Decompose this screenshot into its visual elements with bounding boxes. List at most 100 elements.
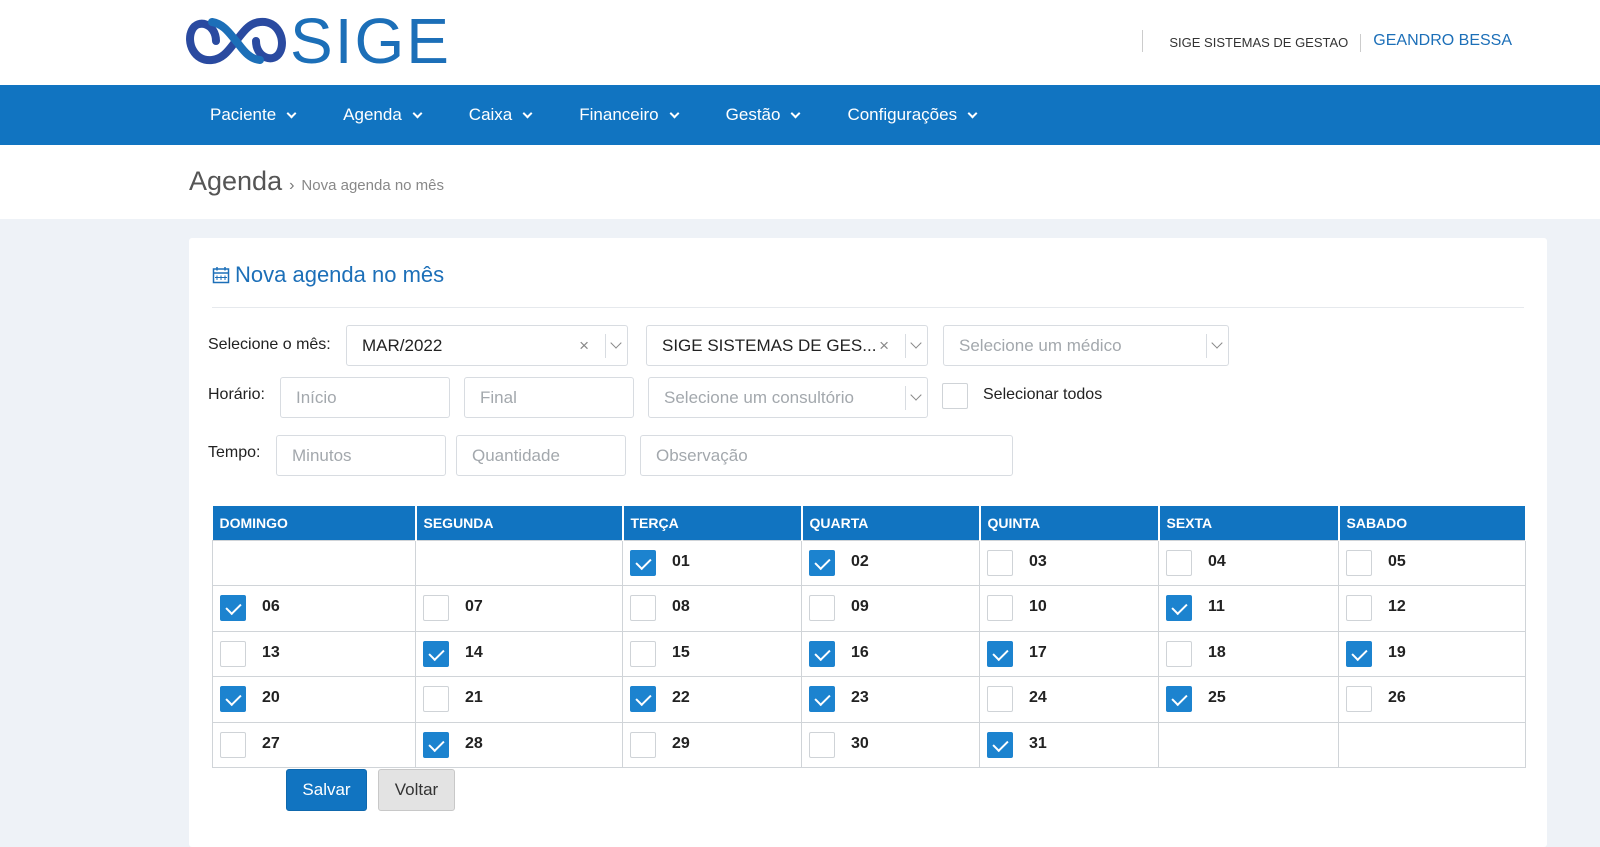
nav-item-financeiro[interactable]: Financeiro [555, 85, 701, 145]
day-number: 05 [1388, 552, 1406, 570]
clear-icon[interactable]: × [579, 336, 589, 356]
day-checkbox[interactable] [809, 549, 835, 576]
divider [1142, 30, 1144, 52]
calendar-day-cell: 05 [1338, 539, 1526, 586]
day-checkbox[interactable] [630, 731, 656, 758]
weekday-header: QUARTA [801, 506, 981, 540]
calendar-week-row: 01 02 03 04 05 [212, 539, 1526, 586]
day-checkbox[interactable] [1166, 686, 1192, 712]
day-checkbox[interactable] [220, 731, 246, 758]
calendar-day-cell: 10 [979, 585, 1159, 632]
day-number: 10 [1029, 598, 1047, 615]
start-time-input[interactable] [296, 387, 449, 408]
day-checkbox[interactable] [423, 640, 449, 667]
day-checkbox[interactable] [809, 686, 835, 712]
day-checkbox[interactable] [220, 640, 246, 667]
select-all-label[interactable]: Selecionar todos [983, 386, 1102, 404]
day-checkbox[interactable] [630, 640, 656, 667]
day-checkbox[interactable] [630, 595, 656, 621]
calendar-day-cell: 17 [979, 630, 1159, 677]
nav-item-configuracoes[interactable]: Configurações [823, 85, 1000, 145]
day-checkbox[interactable] [1166, 549, 1192, 576]
minutes-input[interactable] [292, 445, 445, 466]
day-checkbox[interactable] [1166, 640, 1192, 667]
day-checkbox[interactable] [1346, 549, 1372, 576]
day-checkbox[interactable] [1166, 595, 1192, 621]
end-time-field[interactable] [464, 377, 634, 418]
day-checkbox[interactable] [809, 595, 835, 621]
day-number: 08 [672, 598, 690, 615]
duration-label: Tempo: [208, 444, 261, 461]
day-checkbox[interactable] [220, 686, 246, 712]
calendar-day-cell: 18 [1158, 630, 1339, 677]
day-number: 12 [1388, 598, 1406, 615]
weekday-header: SEXTA [1158, 506, 1340, 540]
month-select[interactable]: MAR/2022 × [346, 325, 628, 366]
note-field[interactable] [640, 435, 1013, 476]
day-checkbox[interactable] [423, 595, 449, 621]
office-select[interactable]: Selecione um consultório [648, 377, 928, 418]
time-label: Horário: [208, 386, 265, 403]
start-time-field[interactable] [280, 377, 450, 418]
day-checkbox[interactable] [987, 731, 1013, 758]
day-checkbox[interactable] [1346, 595, 1372, 621]
calendar-day-cell: 21 [415, 676, 623, 723]
user-name-link[interactable]: GEANDRO BESSA [1373, 32, 1512, 50]
divider [212, 307, 1524, 308]
day-number: 07 [465, 598, 483, 615]
nav-item-agenda[interactable]: Agenda [319, 85, 445, 145]
quantity-input[interactable] [472, 445, 625, 466]
weekday-header: TERÇA [622, 506, 803, 540]
month-calendar: DOMINGO SEGUNDA TERÇA QUARTA QUINTA SEXT… [212, 506, 1527, 768]
calendar-day-cell: 02 [801, 539, 980, 586]
calendar-day-cell: 12 [1338, 585, 1526, 632]
day-checkbox[interactable] [630, 686, 656, 712]
day-checkbox[interactable] [987, 595, 1013, 621]
nav-item-caixa[interactable]: Caixa [445, 85, 555, 145]
chevron-down-icon [286, 108, 297, 118]
day-checkbox[interactable] [423, 731, 449, 758]
day-checkbox[interactable] [423, 686, 449, 712]
infinity-logo-icon [186, 17, 286, 65]
day-checkbox[interactable] [987, 549, 1013, 576]
calendar-day-cell: 22 [622, 676, 802, 723]
chevron-down-icon[interactable] [905, 334, 927, 358]
day-number: 06 [262, 598, 280, 615]
month-label: Selecione o mês: [208, 336, 331, 353]
select-all-checkbox[interactable] [942, 383, 968, 409]
logo[interactable]: SIGE [186, 8, 451, 74]
day-checkbox[interactable] [987, 640, 1013, 667]
calendar-header-row: DOMINGO SEGUNDA TERÇA QUARTA QUINTA SEXT… [212, 506, 1527, 540]
doctor-select[interactable]: Selecione um médico [943, 325, 1229, 366]
chevron-down-icon[interactable] [1206, 334, 1228, 358]
note-input[interactable] [656, 445, 1012, 466]
day-checkbox[interactable] [809, 640, 835, 667]
day-number: 18 [1208, 643, 1226, 661]
day-checkbox[interactable] [630, 549, 656, 576]
save-button[interactable]: Salvar [286, 769, 367, 811]
day-checkbox[interactable] [220, 595, 246, 621]
back-button[interactable]: Voltar [378, 769, 455, 811]
nav-item-gestao[interactable]: Gestão [702, 85, 824, 145]
chevron-down-icon[interactable] [905, 386, 927, 410]
breadcrumb-main[interactable]: Agenda [189, 166, 282, 197]
day-checkbox[interactable] [1346, 640, 1372, 667]
calendar-day-cell: 20 [212, 676, 416, 723]
weekday-header: DOMINGO [212, 506, 417, 540]
day-number: 11 [1208, 598, 1225, 615]
nav-item-paciente[interactable]: Paciente [186, 85, 319, 145]
calendar-empty-cell [415, 539, 623, 586]
company-name[interactable]: SIGE SISTEMAS DE GESTAO [1169, 34, 1362, 52]
chevron-down-icon[interactable] [605, 334, 627, 358]
nav-label: Caixa [468, 105, 513, 124]
minutes-field[interactable] [276, 435, 446, 476]
day-checkbox[interactable] [809, 731, 835, 758]
nav-label: Paciente [210, 105, 277, 124]
quantity-field[interactable] [456, 435, 626, 476]
day-checkbox[interactable] [1346, 686, 1372, 712]
end-time-input[interactable] [480, 387, 633, 408]
day-checkbox[interactable] [987, 686, 1013, 712]
clear-icon[interactable]: × [879, 336, 889, 356]
day-number: 03 [1029, 552, 1047, 570]
company-select[interactable]: SIGE SISTEMAS DE GES... × [646, 325, 928, 366]
